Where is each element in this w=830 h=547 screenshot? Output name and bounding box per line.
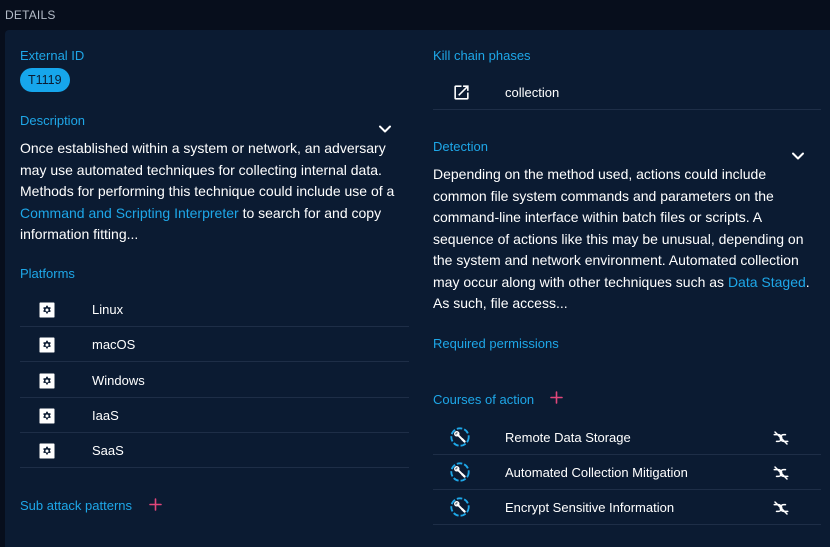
gear-icon	[39, 302, 55, 318]
chevron-down-icon[interactable]	[791, 149, 805, 163]
external-id-chip: T1119	[20, 68, 70, 92]
section-header: DETAILS	[5, 8, 56, 22]
course-of-action-name: Remote Data Storage	[505, 430, 631, 445]
courses-of-action-label: Courses of action	[433, 392, 535, 407]
unlink-icon[interactable]	[771, 499, 791, 517]
gear-icon	[39, 373, 55, 389]
platform-item-iaas: IaaS	[20, 398, 409, 433]
platforms-label: Platforms	[20, 266, 75, 281]
add-sub-attack-pattern-button[interactable]	[149, 498, 162, 511]
description-label: Description	[20, 113, 86, 128]
platform-name: Linux	[92, 302, 124, 317]
platform-name: IaaS	[92, 408, 119, 423]
gear-icon	[39, 408, 55, 424]
detection-text-start: Depending on the method used, actions co…	[433, 166, 804, 290]
course-of-action-item[interactable]: Automated Collection Mitigation	[433, 455, 821, 490]
course-of-action-name: Automated Collection Mitigation	[505, 465, 688, 480]
platform-name: SaaS	[92, 443, 124, 458]
open-in-new-icon	[454, 85, 469, 100]
course-of-action-item[interactable]: Encrypt Sensitive Information	[433, 490, 821, 525]
detection-text: Depending on the method used, actions co…	[433, 164, 823, 315]
platform-item-saas: SaaS	[20, 433, 409, 468]
description-text-start: Once established within a system or netw…	[20, 140, 395, 199]
platform-item-linux: Linux	[20, 292, 409, 327]
detection-link[interactable]: Data Staged	[728, 274, 806, 290]
platform-item-windows: Windows	[20, 363, 409, 398]
description-text: Once established within a system or netw…	[20, 138, 415, 246]
course-of-action-item[interactable]: Remote Data Storage	[433, 420, 821, 455]
gear-icon	[39, 337, 55, 353]
required-permissions-label: Required permissions	[433, 336, 559, 351]
kill-chain-phases-label: Kill chain phases	[433, 48, 531, 63]
platform-name: Windows	[92, 373, 145, 388]
kill-chain-phase-item[interactable]: collection	[433, 75, 821, 110]
add-course-of-action-button[interactable]	[550, 391, 563, 404]
gear-icon	[39, 443, 55, 459]
chevron-down-icon[interactable]	[378, 122, 392, 136]
platform-item-macos: macOS	[20, 327, 409, 362]
course-of-action-icon	[450, 497, 470, 517]
detection-label: Detection	[433, 139, 488, 154]
course-of-action-name: Encrypt Sensitive Information	[505, 500, 675, 515]
external-id-label: External ID	[20, 48, 85, 63]
unlink-icon[interactable]	[771, 464, 791, 482]
platform-name: macOS	[92, 337, 136, 352]
description-link[interactable]: Command and Scripting Interpreter	[20, 205, 239, 221]
course-of-action-icon	[450, 427, 470, 447]
kill-chain-phase-name: collection	[505, 85, 560, 100]
sub-attack-patterns-label: Sub attack patterns	[20, 498, 133, 513]
course-of-action-icon	[450, 462, 470, 482]
unlink-icon[interactable]	[771, 429, 791, 447]
